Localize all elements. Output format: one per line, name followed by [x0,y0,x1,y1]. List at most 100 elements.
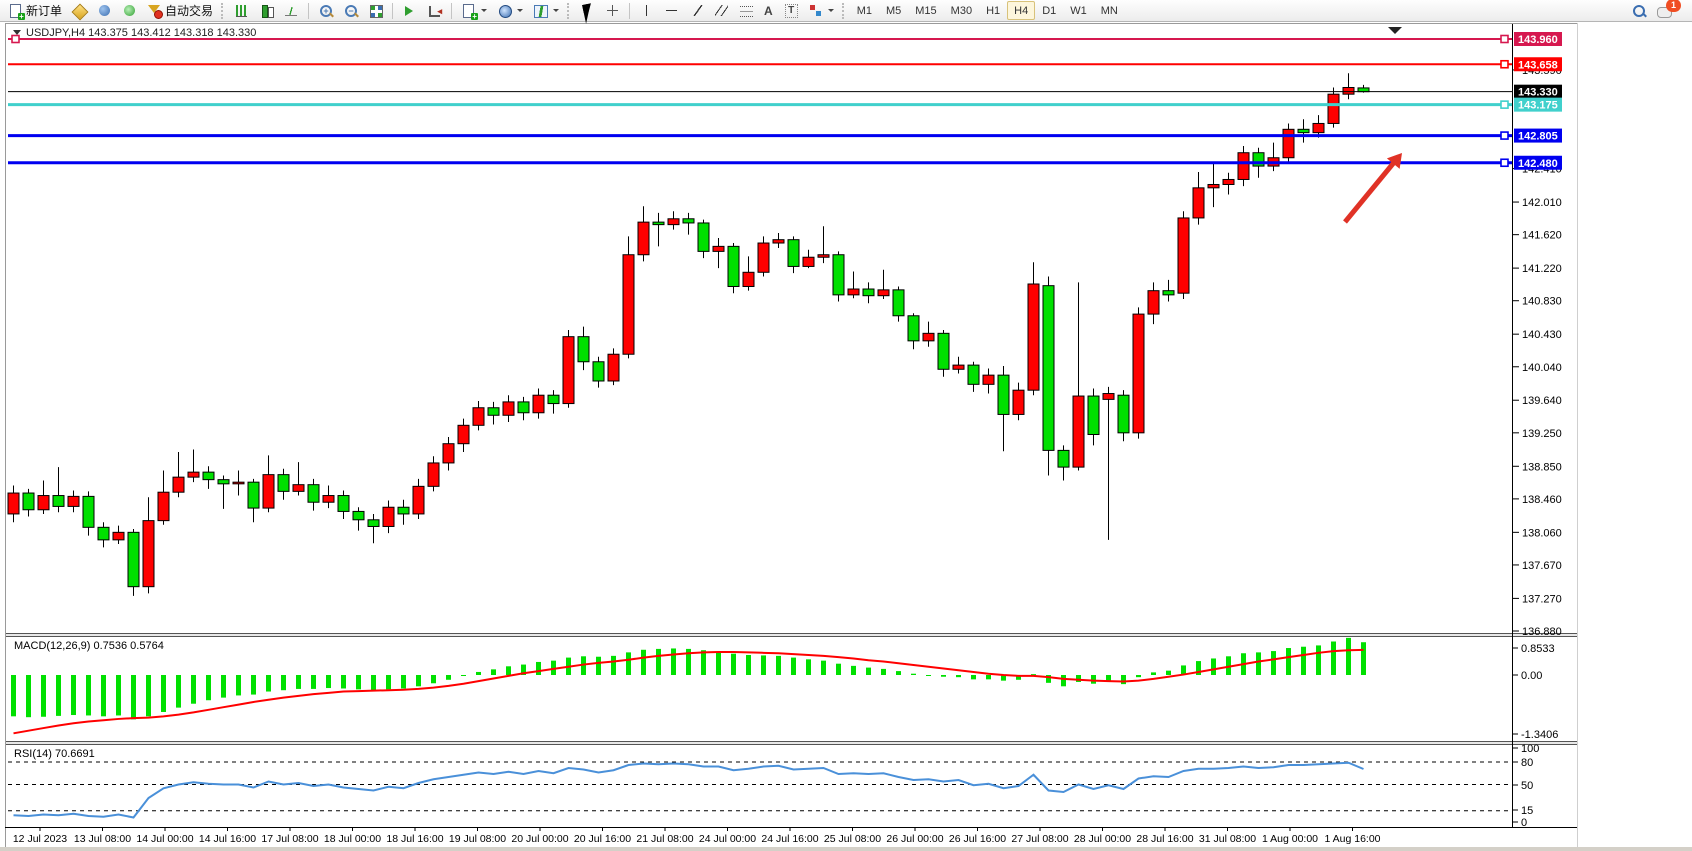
cursor-tool-button[interactable] [576,0,599,21]
chart-canvas[interactable]: USDJPY,H4 143.375 143.412 143.318 143.33… [0,0,1692,851]
line-chart-icon [284,3,299,18]
toolbar-grip [842,3,847,19]
auto-scroll-button[interactable] [398,0,421,21]
autotrading-button[interactable]: 自动交易 [143,0,217,21]
timeframe-button-w1[interactable]: W1 [1063,1,1094,20]
line-handle[interactable] [12,36,19,43]
candlestick-chart-button[interactable] [255,0,278,21]
crosshair-tool-button[interactable] [601,0,624,21]
rsi-label: RSI(14) 70.6691 [14,748,95,760]
timeframe-button-h4[interactable]: H4 [1007,1,1035,20]
timeframe-button-mn[interactable]: MN [1094,1,1125,20]
fibonacci-tool-button[interactable] [735,0,758,21]
text-tool-button[interactable]: A [760,0,777,21]
line-handle[interactable] [1501,61,1508,68]
time-tick-label: 1 Aug 00:00 [1262,833,1318,845]
rsi-panel[interactable]: RSI(14) 70.66911008050150 [8,743,1539,829]
price-tick-label: 136.880 [1522,626,1562,638]
time-tick-label: 18 Jul 00:00 [324,833,381,845]
equidistant-channel-tool-button[interactable] [710,0,733,21]
window-menu-triangle-icon[interactable] [13,30,21,35]
signals-button[interactable] [118,0,141,21]
rsi-axis-label: 15 [1521,805,1533,817]
price-tick-label: 137.270 [1522,593,1562,605]
horizontal-line-tool-button[interactable] [660,0,683,21]
time-tick-label: 26 Jul 00:00 [886,833,943,845]
price-tick-label: 138.460 [1522,494,1562,506]
time-tick-label: 14 Jul 16:00 [199,833,256,845]
toolbar: + 新订单 自动交易 + − ◂ + A T M1M5M15M30H1H4D1W… [0,0,1692,22]
svg-text:143.960: 143.960 [1518,34,1558,46]
time-tick-label: 26 Jul 16:00 [949,833,1006,845]
text-label-tool-button[interactable]: T [779,0,802,21]
status-strip [0,847,1692,851]
zoom-in-button[interactable]: + [314,0,337,21]
candlestick-series[interactable] [8,73,1369,596]
zoom-out-icon: − [343,3,358,18]
toolbar-separator [392,3,393,19]
time-tick-label: 12 Jul 2023 [13,833,67,845]
new-order-icon: + [8,3,23,18]
line-handle[interactable] [1501,159,1508,166]
svg-text:143.330: 143.330 [1518,87,1558,99]
timeframe-button-d1[interactable]: D1 [1035,1,1063,20]
line-chart-button[interactable] [280,0,303,21]
text-tool-icon: A [764,4,773,18]
timeframe-button-m15[interactable]: M15 [908,1,943,20]
timeframe-button-h1[interactable]: H1 [979,1,1007,20]
time-tick-label: 20 Jul 16:00 [574,833,631,845]
profiles-button[interactable] [493,0,527,21]
price-tick-label: 141.620 [1522,230,1562,242]
trendline-icon [689,3,704,18]
macd-axis-label: 0.8533 [1521,643,1555,655]
clock-icon [497,3,512,18]
line-handle[interactable] [1501,132,1508,139]
autotrading-label: 自动交易 [165,2,213,19]
toolbar-separator [308,3,309,19]
macd-panel[interactable]: MACD(12,26,9) 0.7536 0.57640.85330.00-1.… [11,638,1558,741]
time-tick-label: 27 Jul 08:00 [1011,833,1068,845]
price-tick-label: 140.430 [1522,329,1562,341]
price-axis: 143.590142.410142.010141.620141.220140.8… [1512,32,1562,638]
candlestick-chart-icon [259,3,274,18]
macd-axis-label: -1.3406 [1521,729,1558,741]
chart-shift-marker-icon[interactable] [1388,27,1402,34]
timeframe-button-m1[interactable]: M1 [850,1,879,20]
chart-shift-button[interactable]: ◂ [423,0,446,21]
search-icon[interactable] [1631,3,1647,19]
equidistant-channel-icon [714,3,729,18]
vertical-line-tool-button[interactable] [635,0,658,21]
line-handle[interactable] [1501,36,1508,43]
tile-windows-button[interactable] [364,0,387,21]
notifications-icon[interactable]: 1 [1657,3,1675,19]
price-tick-label: 141.220 [1522,263,1562,275]
line-handle[interactable] [1501,101,1508,108]
new-order-label: 新订单 [26,2,62,19]
metaeditor-button[interactable] [68,0,91,21]
toolbar-grip [221,3,226,19]
trendline-tool-button[interactable] [685,0,708,21]
timeframe-button-m5[interactable]: M5 [879,1,908,20]
price-tick-label: 139.250 [1522,428,1562,440]
new-order-button[interactable]: + 新订单 [4,0,66,21]
arrow-objects-icon [808,3,823,18]
macd-label: MACD(12,26,9) 0.7536 0.5764 [14,640,164,652]
new-chart-button[interactable]: + [457,0,491,21]
arrow-objects-button[interactable] [804,0,838,21]
toolbar-separator [451,3,452,19]
price-tick-label: 137.670 [1522,560,1562,572]
chart-shift-icon: ◂ [427,3,442,18]
metaeditor-icon [72,3,87,18]
zoom-out-button[interactable]: − [339,0,362,21]
time-tick-label: 25 Jul 08:00 [824,833,881,845]
timeframe-button-m30[interactable]: M30 [944,1,979,20]
svg-text:142.805: 142.805 [1518,131,1558,143]
rsi-axis-label: 80 [1521,757,1533,769]
market-watch-button[interactable] [93,0,116,21]
indicators-button[interactable] [529,0,563,21]
svg-text:143.658: 143.658 [1518,59,1558,71]
market-watch-icon [97,3,112,18]
bar-chart-button[interactable] [230,0,253,21]
time-tick-label: 1 Aug 16:00 [1324,833,1380,845]
time-tick-label: 28 Jul 16:00 [1136,833,1193,845]
